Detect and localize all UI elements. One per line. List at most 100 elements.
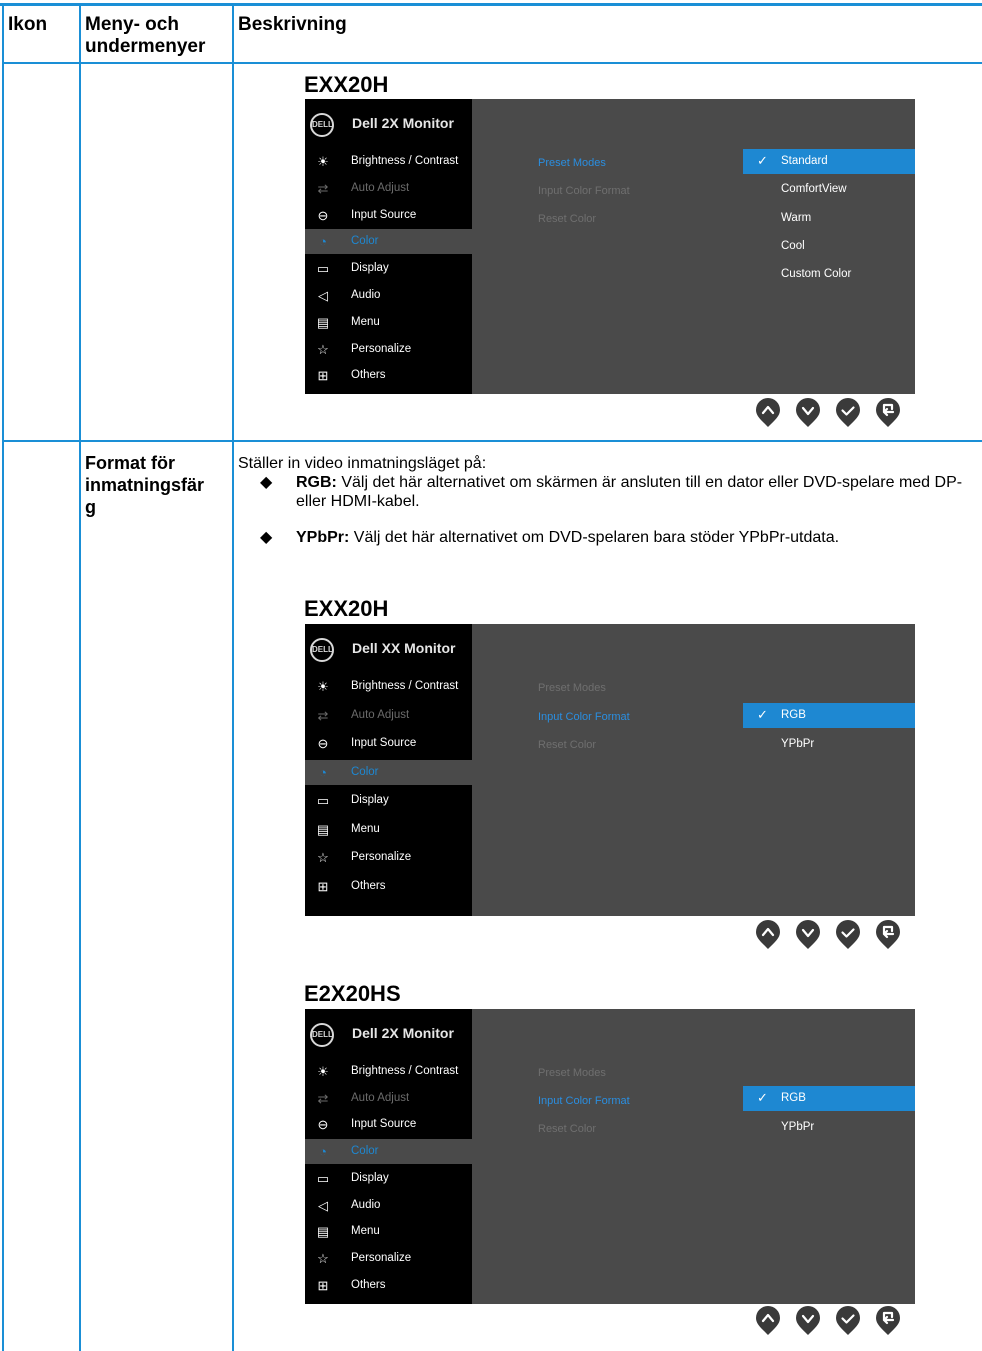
header-row-border [2,62,982,64]
osd-menu-item[interactable]: ⊖ Input Source [305,203,472,228]
checkmark-icon: ✓ [757,707,768,722]
osd-menu-label: Color [351,1145,379,1158]
osd-menu-label: Others [351,369,386,382]
osd-menu-item[interactable]: ▭ Display [305,1166,472,1191]
osd-menu-label: Display [351,794,389,806]
osd-menu-item[interactable]: ⊖ Input Source [305,731,472,756]
osd-menu-item[interactable]: ▭ Display [305,256,472,281]
osd-submenu-item[interactable]: Reset Color [538,213,596,225]
header-icon-column: Ikon [8,14,48,35]
osd-submenu-item[interactable]: Reset Color [538,739,596,751]
osd-menu-item[interactable]: ☆ Personalize [305,337,472,362]
column-divider-1 [79,6,81,1351]
osd-menu-item[interactable]: ☀ Brightness / Contrast [305,1059,472,1084]
checkmark-icon[interactable] [835,398,861,428]
input-source-icon: ⊖ [317,207,329,223]
color-icon: ◔ [319,764,327,780]
osd-option[interactable]: Warm [743,206,915,231]
osd-menu-item[interactable]: ▤ Menu [305,1219,472,1244]
up-arrow-icon[interactable] [755,1306,781,1336]
table-top-border [0,3,982,6]
others-icon: ⊞ [317,368,329,384]
osd-menu-label: Brightness / Contrast [351,155,459,167]
osd-submenu-item[interactable]: Input Color Format [538,711,630,723]
osd-menu-label: Menu [351,315,380,328]
others-icon: ⊞ [317,878,329,894]
osd-menu-item[interactable]: ☆ Personalize [305,1246,472,1271]
bullet-rgb-term: RGB: [296,474,337,491]
osd-menu-label: Personalize [351,1251,412,1264]
osd-option[interactable]: Custom Color [743,262,915,287]
menu-label-input-color-format: Format för inmatningsfär g [85,453,205,517]
osd-option[interactable]: ✓ RGB [743,1086,915,1111]
osd-menu-item[interactable]: ◁ Audio [305,283,472,308]
display-icon: ▭ [316,1170,330,1186]
up-arrow-icon[interactable] [755,398,781,428]
osd-menu-item[interactable]: ◔ Color [305,229,472,255]
sun-icon: ☀ [317,1064,329,1079]
osd-menu-item[interactable]: ☀ Brightness / Contrast [305,149,472,174]
osd-title: Dell 2X Monitor [352,115,454,131]
up-arrow-icon[interactable] [755,920,781,950]
checkmark-icon[interactable] [835,920,861,950]
osd-menu-item[interactable]: ⇄ Auto Adjust [305,176,472,201]
back-icon[interactable] [875,398,901,428]
checkmark-icon: ✓ [757,153,768,168]
back-icon[interactable] [875,1306,901,1336]
osd-option-label: YPbPr [781,737,815,750]
checkmark-icon[interactable] [835,1306,861,1336]
osd-submenu-item[interactable]: Preset Modes [538,682,606,694]
header-menu-column: Meny- och undermenyer [85,14,206,57]
osd-menu-label: Auto Adjust [351,181,410,194]
down-arrow-icon[interactable] [795,1306,821,1336]
osd-menu-item[interactable]: ▤ Menu [305,310,472,335]
osd-menu-item[interactable]: ⊖ Input Source [305,1112,472,1137]
osd-menu-label: Personalize [351,851,412,863]
osd-option-label: RGB [781,1092,806,1104]
osd-menu-item[interactable]: ⊞ Others [305,874,472,899]
down-arrow-icon[interactable] [795,398,821,428]
osd-menu-item[interactable]: ⇄ Auto Adjust [305,1086,472,1111]
osd-menu-label: Color [351,765,379,778]
osd-menu-item[interactable]: ☆ Personalize [305,845,472,870]
osd-menu-item[interactable]: ◔ Color [305,1139,472,1165]
auto-adjust-icon: ⇄ [317,1090,329,1106]
osd-menu-item[interactable]: ⊞ Others [305,363,472,388]
osd-title: Dell XX Monitor [352,640,456,656]
osd-menu-label: Auto Adjust [351,1091,410,1104]
osd-menu-item[interactable]: ▤ Menu [305,817,472,842]
osd-option-label: YPbPr [781,1120,815,1133]
column-divider-2 [232,6,234,1351]
dell-logo-icon: DELL [310,113,334,137]
osd-option[interactable]: YPbPr [743,1115,915,1140]
osd-screen-3: DELL Dell 2X Monitor ☀ Brightness / Contras… [305,1009,915,1304]
row-divider [2,440,982,442]
osd-menu-item[interactable]: ▭ Display [305,788,472,813]
osd-menu-item[interactable]: ☀ Brightness / Contrast [305,674,472,699]
input-source-icon: ⊖ [317,1117,329,1133]
sun-icon: ☀ [317,679,329,694]
osd-menu-item[interactable]: ⇄ Auto Adjust [305,703,472,728]
osd-submenu-item[interactable]: Reset Color [538,1123,596,1135]
description-intro: Ställer in video inmatningsläget på: [238,455,487,472]
auto-adjust-icon: ⇄ [317,180,329,196]
osd-menu-item[interactable]: ◔ Color [305,759,472,785]
osd-option-label: ComfortView [781,183,847,196]
osd-submenu-item[interactable]: Input Color Format [538,1095,630,1107]
down-arrow-icon[interactable] [795,920,821,950]
osd-option[interactable]: YPbPr [743,732,915,757]
osd-option[interactable]: Cool [743,234,915,259]
osd-menu-item[interactable]: ◁ Audio [305,1193,472,1218]
osd-option-label: Warm [781,211,812,224]
osd-submenu-item[interactable]: Preset Modes [538,1067,606,1079]
osd-option[interactable]: ✓ RGB [743,703,915,728]
osd-option[interactable]: ComfortView [743,177,915,202]
others-icon: ⊞ [317,1277,329,1293]
osd-submenu-item[interactable]: Input Color Format [538,185,630,197]
osd-option[interactable]: ✓ Standard [743,149,915,174]
back-icon[interactable] [875,920,901,950]
bullet-ypbpr-text: Välj det här alternativet om DVD-spelare… [353,529,840,546]
osd-menu-item[interactable]: ⊞ Others [305,1273,472,1298]
osd-submenu-item[interactable]: Preset Modes [538,157,606,169]
dell-logo-icon: DELL [310,638,334,662]
